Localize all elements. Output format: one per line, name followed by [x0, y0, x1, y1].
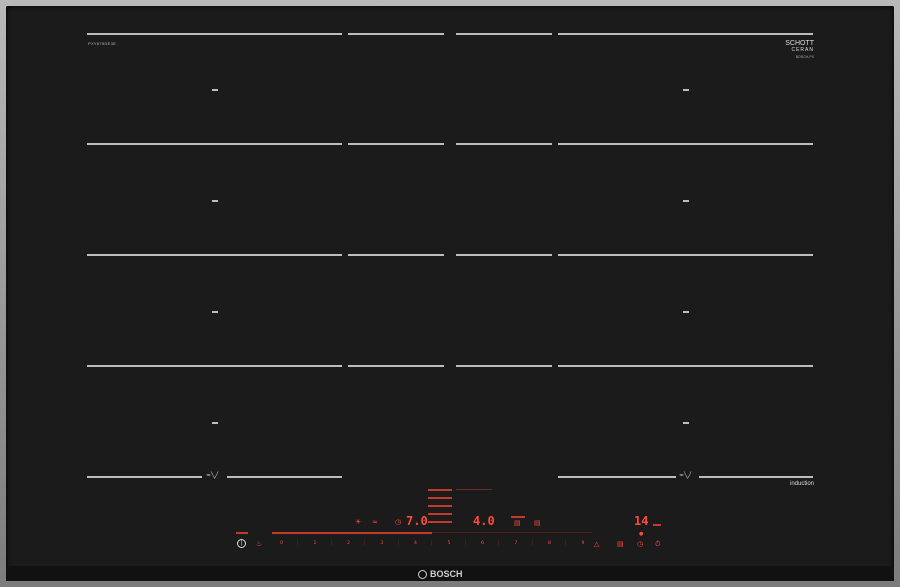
scale-divider: |	[364, 541, 366, 546]
brand-text: BOSCH	[430, 569, 463, 579]
zone-marker	[212, 311, 218, 313]
zone-marker	[683, 422, 689, 424]
timer-icon[interactable]: ◷	[395, 518, 401, 526]
zone-line-right-5a	[558, 476, 676, 478]
zone-marker	[683, 89, 689, 91]
zone-line-left-1	[87, 33, 342, 35]
brand-logo: BOSCH	[418, 569, 463, 579]
bosch-logo-icon	[418, 569, 427, 579]
zone-line-right-3	[558, 254, 813, 256]
zone-line-right-5b	[699, 476, 813, 478]
scale-number-2[interactable]: 2	[347, 541, 350, 546]
zone-line-right-4	[558, 365, 813, 367]
zone-line-cl-1	[348, 33, 444, 35]
scale-divider: |	[464, 541, 467, 546]
scale-divider: |	[397, 541, 400, 546]
flex-zone-icon-left: ≈╲╱	[206, 472, 219, 479]
schott-ceran-logo: SCHOTT CERAN BOSCH-PX	[776, 40, 814, 61]
glass-surface	[6, 6, 894, 581]
zone-selector-5[interactable]	[428, 521, 452, 523]
scale-number-8[interactable]: 8	[548, 541, 551, 546]
zone-line-cl-3	[348, 254, 444, 256]
schott-text: SCHOTT	[785, 40, 814, 47]
scale-divider: |	[498, 541, 500, 546]
scale-divider: |	[531, 541, 534, 546]
induction-label: induction	[790, 481, 815, 487]
selection-bar	[511, 516, 525, 518]
scale-divider: |	[297, 541, 299, 546]
power-level-display-center: 4.0	[473, 514, 495, 528]
zone-line-right-1	[558, 33, 813, 35]
scale-number-3[interactable]: 3	[381, 541, 384, 546]
zone-line-left-4	[87, 365, 342, 367]
grid-icon[interactable]: ▤	[514, 519, 521, 527]
ceran-text: CERAN	[791, 47, 814, 53]
power-level-display-left: 7.0	[406, 514, 428, 528]
scale-number-1[interactable]: 1	[314, 541, 317, 546]
zone-switch-icon[interactable]: △	[594, 540, 599, 548]
boost-icon[interactable]: ☀	[355, 518, 361, 526]
power-icon[interactable]: |	[237, 539, 246, 548]
zone-marker	[683, 311, 689, 313]
list-icon[interactable]: ▤	[534, 519, 541, 527]
zone-marker	[683, 200, 689, 202]
zone-line-left-5b	[227, 476, 342, 478]
zone-selector-4[interactable]	[428, 513, 452, 515]
zone-line-cl-4	[348, 365, 444, 367]
zone-marker	[212, 200, 218, 202]
zone-line-left-2	[87, 143, 342, 145]
zone-line-left-5a	[87, 476, 202, 478]
scale-number-9[interactable]: 9	[582, 541, 585, 546]
stopwatch-icon[interactable]: ⏱	[655, 540, 660, 549]
timer-underline	[653, 524, 661, 526]
zone-line-right-2	[558, 143, 813, 145]
timer-indicator-dot: ●	[639, 531, 644, 537]
menu-icon[interactable]: ▤	[617, 540, 624, 548]
scale-divider: |	[431, 541, 433, 546]
scale-number-6[interactable]: 6	[481, 541, 484, 546]
clock-icon[interactable]: ◷	[637, 540, 643, 548]
zone-selector-dim	[456, 489, 492, 490]
slider-start-mark	[236, 532, 248, 534]
zone-line-cr-3	[456, 254, 552, 256]
zone-line-cr-4	[456, 365, 552, 367]
scale-number-0[interactable]: 0	[280, 541, 283, 546]
zone-line-left-3	[87, 254, 342, 256]
scale-divider: |	[565, 541, 567, 546]
timer-display: 14	[634, 514, 649, 528]
scale-divider: |	[330, 541, 333, 546]
zone-line-cl-2	[348, 143, 444, 145]
schott-subtext: BOSCH-PX	[795, 55, 814, 59]
flex-zone-icon-right: ≈╲╱	[679, 472, 692, 479]
model-tag: PXY875DE3E	[88, 41, 117, 46]
zone-selector-3[interactable]	[428, 505, 452, 507]
zone-marker	[212, 422, 218, 424]
power-slider-fill[interactable]	[272, 532, 432, 534]
scale-number-7[interactable]: 7	[515, 541, 518, 546]
power-slider-track[interactable]	[432, 532, 592, 533]
zone-line-cr-1	[456, 33, 552, 35]
scale-number-4[interactable]: 4	[414, 541, 417, 546]
child-lock-icon[interactable]: ♨	[256, 540, 262, 548]
wave-icon[interactable]: ≈	[372, 518, 378, 526]
zone-selector-1[interactable]	[428, 489, 452, 491]
zone-selector-2[interactable]	[428, 497, 452, 499]
scale-number-5[interactable]: 5	[448, 541, 451, 546]
zone-marker	[212, 89, 218, 91]
zone-line-cr-2	[456, 143, 552, 145]
